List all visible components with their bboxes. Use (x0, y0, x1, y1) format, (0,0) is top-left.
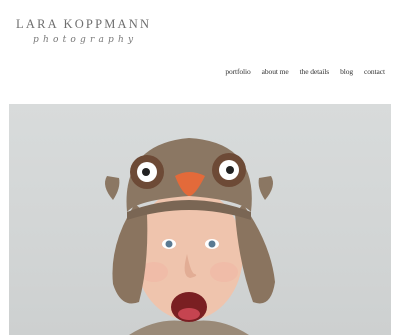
hero-photo (9, 104, 391, 335)
nav-item-blog[interactable]: blog (340, 67, 353, 76)
logo-name: LARA KOPPMANN (16, 17, 152, 31)
nav-item-about-me[interactable]: about me (262, 67, 289, 76)
nav-item-contact[interactable]: contact (364, 67, 385, 76)
main-nav: portfolio about me the details blog cont… (214, 67, 385, 76)
site-logo[interactable]: LARA KOPPMANN photography (16, 17, 152, 45)
logo-tagline: photography (33, 35, 138, 45)
nav-item-the-details[interactable]: the details (300, 67, 330, 76)
hero-illustration (105, 138, 275, 335)
nav-item-portfolio[interactable]: portfolio (225, 67, 250, 76)
